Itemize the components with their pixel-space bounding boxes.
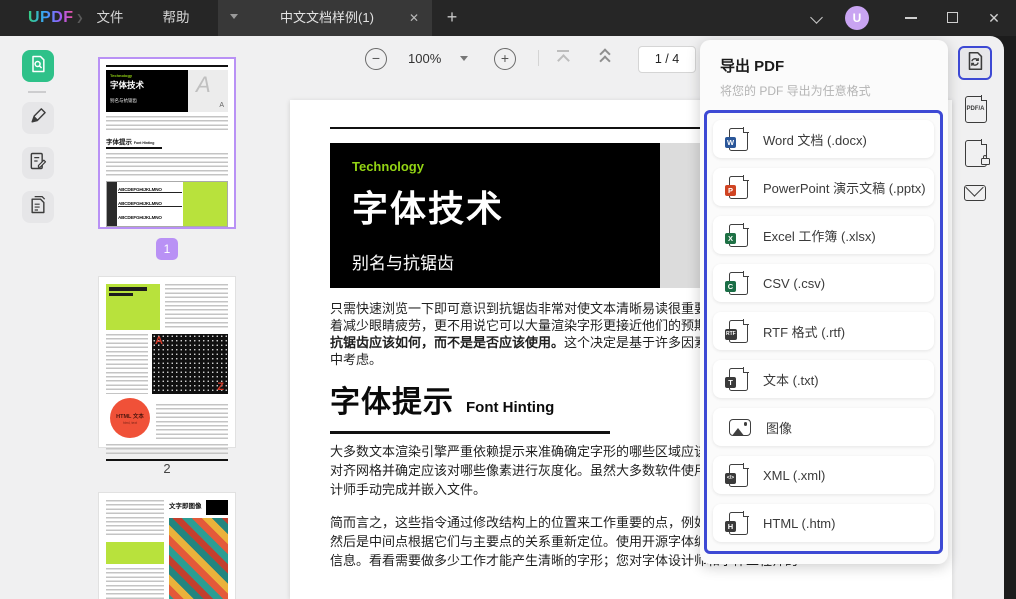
share-email-button[interactable] [963,182,987,204]
menu-file[interactable]: 文件 [88,0,132,36]
thumb1-heading: 字体提示 Font Hinting [106,136,228,146]
zoom-in-button[interactable]: + [494,48,516,70]
comment-tool-button[interactable] [22,102,54,134]
tab-close-icon[interactable]: ✕ [406,10,422,26]
scroll-to-top-button[interactable] [556,50,570,64]
user-avatar[interactable]: U [845,6,869,30]
document-lock-icon [965,140,987,167]
thumb2-glyph-grid-image: A Z [152,334,228,394]
rail-divider [28,91,46,93]
menu-help[interactable]: 帮助 [154,0,198,36]
xml-file-icon: </> [729,464,748,487]
thumb1-specimen-image: ABCDEFGHIJKLMNO ABCDEFGHIJKLMNO ABCDEFGH… [106,181,228,227]
page-thumbnail-1[interactable]: Technology 字体技术 别名与抗锯齿 A A 字体提示 Font Hin… [98,57,236,229]
export-options-highlight-box: W Word 文档 (.docx) P PowerPoint 演示文稿 (.pptx)… [704,110,943,554]
export-option-powerpoint[interactable]: P PowerPoint 演示文稿 (.pptx) [713,168,934,206]
tab-dropdown-icon[interactable] [230,14,238,19]
export-option-label: XML (.xml) [763,468,825,483]
page-thumbnail-3[interactable]: 文字即图像 [98,492,236,599]
section-rule [330,431,610,434]
edit-pdf-button[interactable] [22,147,54,179]
thumb1-subtitle: 别名与抗锯齿 [110,98,184,104]
export-option-label: 图像 [766,418,792,437]
excel-file-icon: X [729,224,748,247]
export-option-txt[interactable]: T 文本 (.txt) [713,360,934,398]
export-option-image[interactable]: 图像 [713,408,934,446]
logo-collapse-icon[interactable]: ❯ [76,13,84,24]
export-panel-subtitle: 将您的 PDF 导出为任意格式 [720,82,871,99]
page-thumbnail-2[interactable]: A Z HTML 文本 html, text [98,276,236,448]
export-option-label: HTML (.htm) [763,516,835,531]
document-tab[interactable]: 中文文档样例(1) ✕ [218,0,432,36]
export-option-excel[interactable]: X Excel 工作簿 (.xlsx) [713,216,934,254]
account-dropdown-icon[interactable] [810,11,823,24]
pdfa-icon: PDF/A [965,96,987,123]
thumb1-letter-image: A A [188,70,228,112]
protect-document-button[interactable] [962,138,989,169]
export-option-label: RTF 格式 (.rtf) [763,322,845,341]
thumb3-green-box [106,542,164,564]
organize-pages-button[interactable] [22,191,54,223]
thumb1-rule [106,65,228,67]
export-document-icon [964,50,986,77]
highlighter-icon [28,106,48,131]
page-indicator[interactable]: 1 / 4 [638,46,696,73]
export-option-csv[interactable]: C CSV (.csv) [713,264,934,302]
word-file-icon: W [729,128,748,151]
export-option-word[interactable]: W Word 文档 (.docx) [713,120,934,158]
export-option-xml[interactable]: </> XML (.xml) [713,456,934,494]
thumb2-html-circle: HTML 文本 html, text [110,398,150,438]
thumb1-tag: Technology [110,73,184,78]
export-option-label: Excel 工作簿 (.xlsx) [763,226,876,245]
zoom-dropdown-icon[interactable] [460,56,468,61]
powerpoint-file-icon: P [729,176,748,199]
export-options-list: W Word 文档 (.docx) P PowerPoint 演示文稿 (.pptx)… [713,120,934,542]
thumb1-text-lines [106,116,228,132]
zoom-out-button[interactable]: − [365,48,387,70]
html-file-icon: H [729,512,748,535]
page-number-label-2: 2 [98,461,236,476]
export-option-rtf[interactable]: RTF RTF 格式 (.rtf) [713,312,934,350]
organize-pages-icon [28,195,48,220]
export-option-label: CSV (.csv) [763,276,825,291]
window-maximize-button[interactable] [947,12,958,23]
thumb3-title: 文字即图像 [169,500,202,510]
export-pdf-panel: 导出 PDF 将您的 PDF 导出为任意格式 W Word 文档 (.docx) P… [700,40,948,564]
search-thumbnails-button[interactable] [22,50,54,82]
pdfa-tool-button[interactable]: PDF/A [962,94,989,125]
txt-file-icon: T [729,368,748,391]
thumb3-letter-tiles-image [169,518,228,599]
updf-window: UPDF ❯ 文件 帮助 中文文档样例(1) ✕ + U ✕ [0,0,1016,599]
export-panel-title: 导出 PDF [720,55,784,76]
image-file-icon [729,419,751,436]
page-search-icon [28,54,48,79]
zoom-level[interactable]: 100% [408,51,441,66]
edit-document-icon [28,151,48,176]
page-number-badge-1: 1 [156,238,178,260]
thumb2-green-box [106,284,160,330]
export-option-label: 文本 (.txt) [763,370,819,389]
header-subtitle: 别名与抗锯齿 [352,249,454,274]
previous-page-button[interactable] [598,49,612,65]
export-option-label: PowerPoint 演示文稿 (.pptx) [763,178,926,197]
toolbar-divider [538,50,539,66]
content-area: Technology 字体技术 别名与抗锯齿 A A 字体提示 Font Hin… [0,36,1004,599]
new-tab-button[interactable]: + [440,0,464,36]
thumb3-black-box [206,500,228,515]
thumb1-title: 字体技术 [110,79,184,91]
export-option-label: Word 文档 (.docx) [763,130,867,149]
rtf-file-icon: RTF [729,320,748,343]
envelope-icon [964,185,986,201]
window-close-button[interactable]: ✕ [985,9,1003,27]
export-pdf-tool-button[interactable] [958,46,992,80]
updf-logo: UPDF [28,9,74,27]
thumb1-text-lines [106,153,228,177]
title-bar: UPDF ❯ 文件 帮助 中文文档样例(1) ✕ + U ✕ [0,0,1016,36]
csv-file-icon: C [729,272,748,295]
export-option-html[interactable]: H HTML (.htm) [713,504,934,542]
tab-title: 中文文档样例(1) [252,0,402,36]
window-minimize-button[interactable] [905,17,917,19]
